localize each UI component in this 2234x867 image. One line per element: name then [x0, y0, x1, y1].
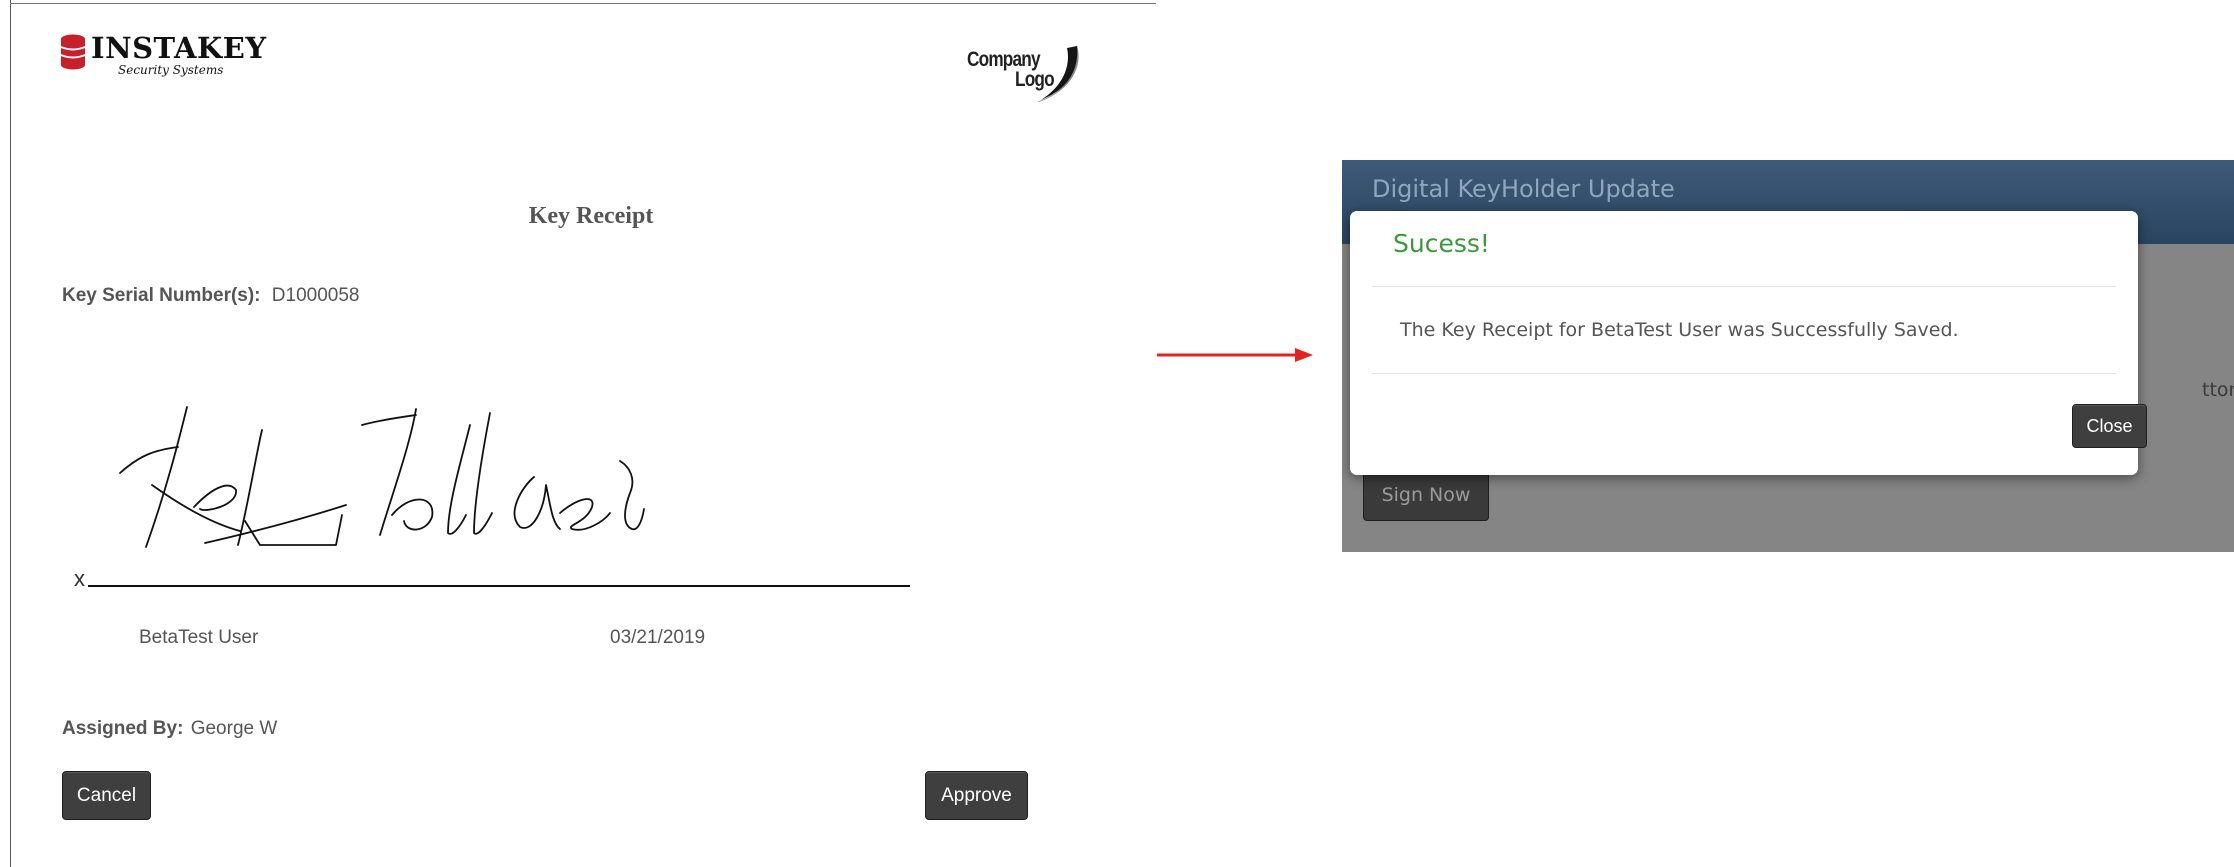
brand-tagline: Security Systems: [118, 63, 224, 77]
key-receipt-panel: INSTAKEY Security Systems Company Logo K…: [0, 0, 1160, 867]
receipt-title: Key Receipt: [528, 203, 654, 229]
swoosh-icon: [1037, 46, 1079, 102]
background-text-peek: tton: [2202, 379, 2234, 401]
cancel-button[interactable]: Cancel: [62, 771, 151, 820]
success-modal: Sucess! The Key Receipt for BetaTest Use…: [1350, 211, 2147, 475]
modal-message: The Key Receipt for BetaTest User was Su…: [1400, 319, 1959, 341]
signer-name: BetaTest User: [139, 627, 259, 648]
assigned-by-label: Assigned By:: [62, 718, 184, 739]
serial-number-label: Key Serial Number(s):: [62, 285, 261, 306]
signature-x-mark: x: [74, 566, 85, 591]
sign-now-button[interactable]: Sign Now: [1363, 469, 1489, 521]
serial-number-value: D1000058: [271, 285, 360, 306]
assigned-by-row: Assigned By: George W: [62, 718, 277, 740]
app-header-title: Digital KeyHolder Update: [1372, 175, 1675, 203]
serial-number-row: Key Serial Number(s): D1000058: [62, 285, 360, 307]
approve-button[interactable]: Approve: [925, 771, 1028, 820]
close-button[interactable]: Close: [2072, 404, 2147, 448]
signature-line: [88, 585, 910, 587]
panel-border-left: [10, 0, 11, 867]
signature-date: 03/21/2019: [610, 627, 706, 648]
modal-title: Sucess!: [1393, 229, 1490, 258]
assigned-by-value: George W: [190, 718, 278, 739]
success-dialog-screenshot: Digital KeyHolder Update tton Sign Now S…: [1342, 160, 2234, 552]
company-logo: Company Logo: [965, 44, 1110, 104]
key-drum-icon: [60, 34, 86, 70]
brand-name: INSTAKEY: [91, 31, 267, 65]
modal-divider-bottom: [1372, 373, 2116, 374]
modal-divider-top: [1372, 286, 2116, 287]
panel-border-top: [10, 3, 1156, 4]
signature-drawing: [119, 406, 645, 548]
arrow-right-icon: [1157, 348, 1313, 362]
